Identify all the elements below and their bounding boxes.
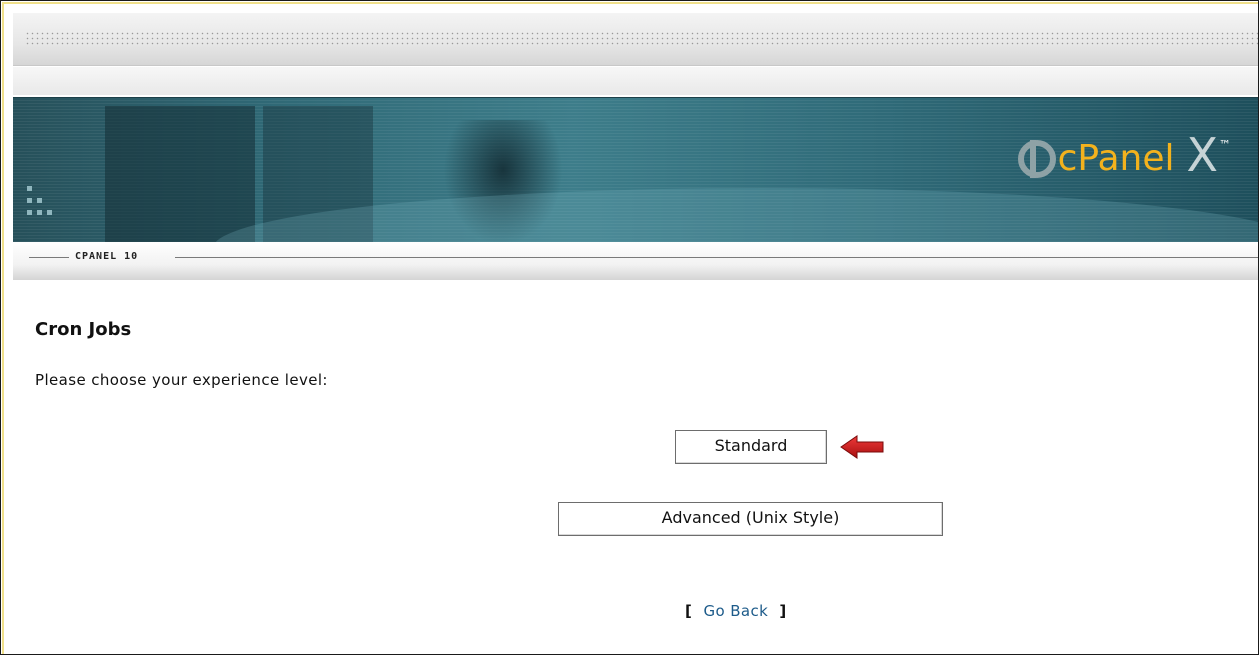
nav-breadcrumb[interactable]: CPANEL 10: [75, 251, 138, 262]
standard-button[interactable]: Standard: [675, 430, 827, 464]
logo-product-name: cPanel: [1057, 138, 1175, 179]
nav-divider: [175, 257, 1258, 258]
go-back-nav: [ Go Back ]: [685, 602, 787, 620]
red-arrow-left-icon: [840, 435, 884, 459]
page-title: Cron Jobs: [35, 319, 132, 340]
banner-square: [27, 198, 32, 203]
go-back-link[interactable]: Go Back: [703, 602, 768, 620]
banner-server-rack: [105, 106, 255, 242]
logo-trademark: ™: [1219, 138, 1231, 152]
cpanel-banner: cPanel X ™: [13, 97, 1258, 243]
page-frame: cPanel X ™ CPANEL 10 Cron Jobs Please ch…: [0, 0, 1259, 655]
banner-square: [47, 210, 52, 215]
dotted-pattern: [25, 31, 1258, 45]
header-gap-strip: [13, 67, 1258, 95]
cpanel-logo: cPanel X ™: [1017, 126, 1231, 186]
logo-version-mark: X: [1186, 128, 1218, 182]
experience-prompt: Please choose your experience level:: [35, 371, 328, 389]
banner-square: [37, 198, 42, 203]
cpanel-logo-icon: [1017, 140, 1056, 178]
advanced-button[interactable]: Advanced (Unix Style): [558, 502, 943, 536]
bracket-close: ]: [779, 602, 787, 620]
banner-square: [27, 186, 32, 191]
bracket-open: [: [685, 602, 693, 620]
nav-bar: CPANEL 10: [13, 242, 1258, 280]
banner-square: [27, 210, 32, 215]
banner-square: [37, 210, 42, 215]
nav-divider: [29, 257, 69, 258]
